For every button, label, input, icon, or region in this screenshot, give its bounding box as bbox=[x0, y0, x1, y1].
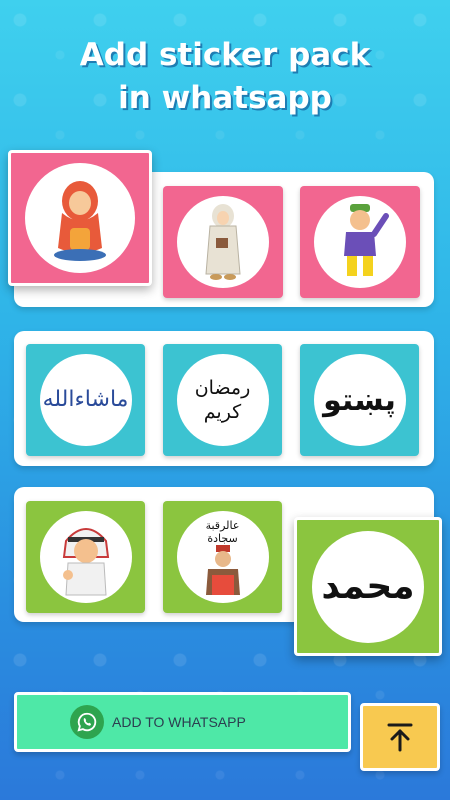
add-to-whatsapp-button[interactable]: ADD TO WHATSAPP bbox=[14, 692, 351, 752]
boy-waving-sticker bbox=[314, 196, 406, 288]
mashallah-calligraphy-sticker: ماشاءالله bbox=[39, 354, 132, 446]
sticker-tile[interactable]: عالرقبة سجادة bbox=[163, 501, 282, 613]
sticker-tile[interactable]: پښتو bbox=[300, 344, 419, 456]
sticker-tile[interactable] bbox=[163, 186, 283, 298]
scroll-to-top-button[interactable] bbox=[360, 703, 440, 771]
man-with-sign-sticker: عالرقبة سجادة bbox=[176, 511, 269, 603]
sticker-tile[interactable] bbox=[300, 186, 420, 298]
whatsapp-icon bbox=[70, 705, 104, 739]
sticker-tile[interactable] bbox=[26, 501, 145, 613]
muhammad-calligraphy-sticker: محمد bbox=[312, 530, 424, 643]
sticker-tile[interactable]: ماشاءالله bbox=[26, 344, 145, 456]
arrow-up-to-line-icon bbox=[387, 723, 413, 752]
page-title: Add sticker pack in whatsapp bbox=[79, 37, 371, 116]
hijab-girl-sticker bbox=[177, 196, 269, 288]
pashto-calligraphy-sticker: پښتو bbox=[313, 354, 406, 446]
girl-praying-sticker bbox=[25, 163, 135, 273]
ramadan-kareem-calligraphy-sticker: رمضان كريم bbox=[176, 354, 269, 446]
sticker-tile[interactable]: رمضان كريم bbox=[163, 344, 282, 456]
add-to-whatsapp-label: ADD TO WHATSAPP bbox=[112, 714, 246, 730]
arab-boy-sticker bbox=[39, 511, 132, 603]
sticker-tile[interactable] bbox=[8, 150, 152, 286]
sticker-tile[interactable]: محمد bbox=[294, 517, 442, 656]
